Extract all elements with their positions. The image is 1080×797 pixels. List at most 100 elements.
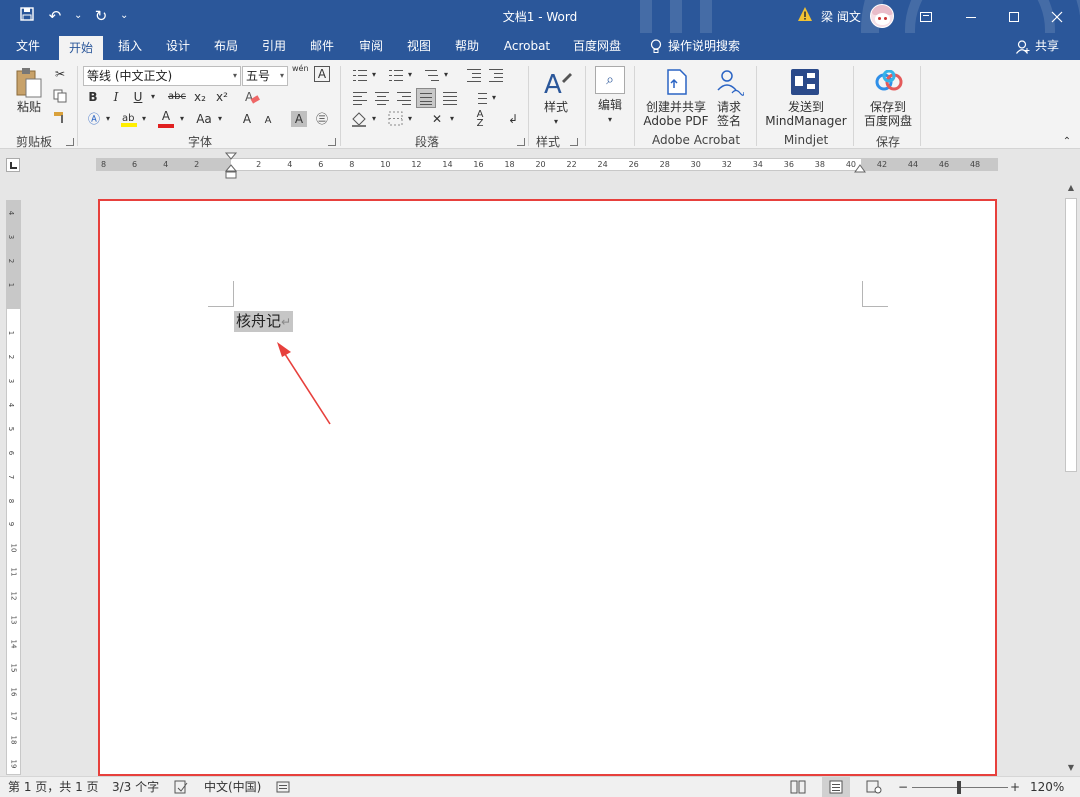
phonetic-guide-icon[interactable]: wén bbox=[292, 64, 309, 73]
show-marks-icon[interactable]: ↲ bbox=[506, 111, 520, 127]
tab-home[interactable]: 开始 bbox=[59, 36, 103, 60]
save-netdisk-line2[interactable]: 百度网盘 bbox=[860, 114, 916, 128]
numbering-icon[interactable] bbox=[388, 68, 404, 82]
page-count[interactable]: 第 1 页，共 1 页 bbox=[8, 779, 99, 795]
tab-baidu-netdisk[interactable]: 百度网盘 bbox=[568, 33, 626, 60]
save-netdisk-line1[interactable]: 保存到 bbox=[860, 100, 916, 114]
scroll-up-icon[interactable]: ▲ bbox=[1062, 180, 1080, 196]
macro-record-icon[interactable] bbox=[276, 780, 290, 794]
chevron-down-icon[interactable]: ▾ bbox=[552, 114, 560, 130]
font-launcher-icon[interactable] bbox=[328, 138, 336, 146]
tab-selector-icon[interactable] bbox=[6, 158, 20, 172]
text-effects-icon[interactable]: Ⓐ bbox=[86, 111, 102, 127]
chevron-down-icon[interactable]: ▾ bbox=[104, 111, 112, 127]
styles-icon[interactable]: A bbox=[542, 67, 574, 99]
chevron-down-icon[interactable]: ▾ bbox=[370, 111, 378, 127]
create-pdf-line1[interactable]: 创建并共享 bbox=[640, 100, 712, 114]
shrink-font-button[interactable]: A bbox=[262, 113, 274, 129]
sort-icon[interactable]: AZ bbox=[472, 110, 488, 129]
chevron-down-icon[interactable]: ▾ bbox=[490, 90, 498, 106]
styles-launcher-icon[interactable] bbox=[570, 138, 578, 146]
tab-help[interactable]: 帮助 bbox=[447, 33, 487, 60]
character-shading-button[interactable]: A bbox=[291, 111, 307, 127]
tab-design[interactable]: 设计 bbox=[158, 33, 198, 60]
tab-file[interactable]: 文件 bbox=[8, 33, 48, 60]
character-border-icon[interactable]: A bbox=[314, 66, 330, 82]
minimize-icon[interactable] bbox=[948, 0, 994, 33]
borders-icon[interactable] bbox=[388, 111, 404, 127]
font-name-combo[interactable]: 等线 (中文正文) ▾ bbox=[83, 66, 241, 86]
change-case-button[interactable]: Aa bbox=[194, 111, 214, 127]
share-icon[interactable] bbox=[1016, 40, 1030, 54]
baidu-netdisk-icon[interactable] bbox=[874, 70, 904, 92]
proofing-icon[interactable] bbox=[174, 780, 188, 794]
chevron-down-icon[interactable]: ▾ bbox=[606, 112, 614, 128]
subscript-button[interactable]: x₂ bbox=[192, 89, 208, 105]
clear-formatting-icon[interactable]: A bbox=[244, 89, 260, 105]
send-mindmanager-line1[interactable]: 发送到 bbox=[762, 100, 850, 114]
right-indent-marker-icon[interactable] bbox=[854, 164, 866, 174]
print-layout-button[interactable] bbox=[822, 777, 850, 797]
clipboard-launcher-icon[interactable] bbox=[66, 138, 74, 146]
styles-button[interactable]: 样式 bbox=[538, 100, 574, 114]
copy-icon[interactable] bbox=[53, 89, 67, 103]
italic-button[interactable]: I bbox=[110, 89, 122, 105]
request-sign-line1[interactable]: 请求 bbox=[712, 100, 746, 114]
ribbon-display-options-icon[interactable] bbox=[903, 0, 949, 33]
underline-button[interactable]: U bbox=[132, 89, 144, 105]
zoom-in-button[interactable]: + bbox=[1010, 779, 1020, 795]
web-layout-icon[interactable] bbox=[866, 780, 882, 794]
font-size-combo[interactable]: 五号 ▾ bbox=[242, 66, 288, 86]
bold-button[interactable]: B bbox=[86, 89, 100, 105]
decrease-indent-icon[interactable] bbox=[466, 68, 482, 82]
chevron-down-icon[interactable]: ▾ bbox=[148, 89, 158, 105]
indent-marker-icon[interactable] bbox=[225, 152, 237, 180]
align-right-icon[interactable] bbox=[396, 91, 412, 105]
strikethrough-button[interactable]: abc bbox=[166, 89, 188, 105]
read-mode-icon[interactable] bbox=[790, 780, 806, 794]
justify-icon[interactable] bbox=[416, 88, 436, 108]
tell-me-search[interactable]: 操作说明搜索 bbox=[668, 33, 748, 60]
paragraph-launcher-icon[interactable] bbox=[517, 138, 525, 146]
create-pdf-line2[interactable]: Adobe PDF bbox=[640, 114, 712, 128]
chevron-down-icon[interactable]: ▾ bbox=[140, 111, 148, 127]
vertical-scrollbar[interactable]: ▲ ▼ bbox=[1062, 180, 1080, 776]
scroll-thumb[interactable] bbox=[1065, 198, 1077, 472]
lightbulb-icon[interactable] bbox=[650, 39, 662, 54]
tab-review[interactable]: 审阅 bbox=[351, 33, 391, 60]
tab-references[interactable]: 引用 bbox=[254, 33, 294, 60]
chevron-down-icon[interactable]: ▾ bbox=[178, 111, 186, 127]
chevron-down-icon[interactable]: ▾ bbox=[406, 111, 414, 127]
tab-mailings[interactable]: 邮件 bbox=[302, 33, 342, 60]
distributed-icon[interactable] bbox=[442, 91, 458, 105]
avatar[interactable] bbox=[870, 4, 894, 28]
highlight-icon[interactable]: ab bbox=[120, 110, 138, 128]
share-button[interactable]: 共享 bbox=[1032, 33, 1062, 60]
font-color-icon[interactable]: A bbox=[158, 108, 174, 128]
collapse-ribbon-icon[interactable]: ⌃ bbox=[1060, 134, 1074, 150]
chevron-down-icon[interactable]: ▾ bbox=[216, 111, 224, 127]
send-mindmanager-line2[interactable]: MindManager bbox=[762, 114, 850, 128]
align-center-icon[interactable] bbox=[374, 91, 390, 105]
mindmanager-icon[interactable] bbox=[790, 68, 820, 96]
chevron-down-icon[interactable]: ▾ bbox=[442, 67, 450, 83]
align-left-icon[interactable] bbox=[352, 91, 368, 105]
shading-icon[interactable] bbox=[350, 110, 368, 128]
close-icon[interactable] bbox=[1034, 0, 1080, 33]
paste-button[interactable]: 粘贴 bbox=[12, 100, 46, 114]
editing-button[interactable]: 编辑 bbox=[592, 98, 628, 112]
document-page[interactable]: 核舟记↵ bbox=[98, 199, 997, 776]
increase-indent-icon[interactable] bbox=[488, 68, 504, 82]
chevron-down-icon[interactable]: ▾ bbox=[370, 67, 378, 83]
grow-font-button[interactable]: A bbox=[240, 111, 254, 127]
tab-acrobat[interactable]: Acrobat bbox=[498, 33, 556, 60]
tab-view[interactable]: 视图 bbox=[399, 33, 439, 60]
word-count[interactable]: 3/3 个字 bbox=[112, 779, 159, 795]
maximize-icon[interactable] bbox=[991, 0, 1037, 33]
paste-icon[interactable] bbox=[14, 67, 44, 99]
superscript-button[interactable]: x² bbox=[214, 89, 230, 105]
chinese-layout-icon[interactable]: ✕ bbox=[428, 111, 446, 127]
multilevel-list-icon[interactable] bbox=[424, 68, 440, 82]
cut-icon[interactable]: ✂ bbox=[52, 66, 68, 82]
enclose-character-icon[interactable]: ㊂ bbox=[314, 111, 330, 127]
